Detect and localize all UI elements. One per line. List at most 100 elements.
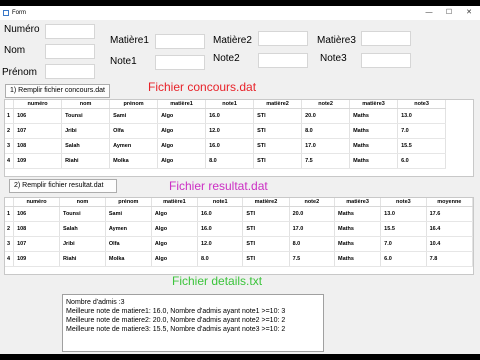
column-header[interactable]: note2 [301,100,351,109]
table-cell[interactable]: 7.5 [301,153,351,169]
table-cell[interactable]: Algo [151,206,198,222]
table-cell[interactable]: Algo [151,236,198,252]
table-cell[interactable]: 15.5 [397,138,447,154]
matiere2-input[interactable] [258,31,308,46]
close-button[interactable]: ✕ [460,6,478,20]
table-cell[interactable]: 6.0 [380,251,427,267]
table-cell[interactable]: 106 [13,108,63,124]
table-cell[interactable]: 108 [13,221,60,237]
table-cell[interactable]: Sami [105,206,152,222]
table-cell[interactable]: 17.0 [301,138,351,154]
table-cell[interactable]: STI [253,138,303,154]
column-header[interactable]: note1 [205,100,255,109]
table-row[interactable]: 4 109 Riahi Molka Algo 8.0 STI 7.5 Maths 6.0 [5,153,447,169]
table-row[interactable]: 2 108 Salah Aymen Algo 16.0 STI 17.0 Maths 15.5 16… [5,221,473,237]
table-cell[interactable]: 13.0 [380,206,427,222]
table-cell[interactable]: 6.0 [397,153,447,169]
column-header[interactable]: matière3 [334,198,382,207]
row-number[interactable]: 3 [5,138,15,154]
row-number[interactable]: 2 [5,123,15,139]
maximize-button[interactable]: ☐ [440,6,458,20]
table-cell[interactable]: 16.0 [197,221,244,237]
row-number[interactable]: 4 [5,251,15,267]
column-header[interactable]: note2 [289,198,336,207]
table-cell[interactable]: STI [242,251,290,267]
column-header[interactable]: matière2 [242,198,290,207]
table-cell[interactable]: STI [242,206,290,222]
table-cell[interactable]: 16.0 [197,206,244,222]
table-cell[interactable]: Maths [334,236,382,252]
table-cell[interactable]: 10.4 [426,236,473,252]
column-header[interactable]: moyenne [426,198,473,207]
table-cell[interactable]: Maths [349,153,399,169]
table-cell[interactable]: STI [253,153,303,169]
table-cell[interactable]: Olfa [105,236,152,252]
table-row[interactable]: 4 109 Riahi Molka Algo 8.0 STI 7.5 Maths 6.0 7.8 [5,251,473,267]
table-cell[interactable]: 12.0 [197,236,244,252]
table-cell[interactable]: Maths [334,206,382,222]
table-cell[interactable]: 16.0 [205,108,255,124]
table-cell[interactable]: Salah [61,138,111,154]
details-textbox[interactable]: Nombre d'admis :3 Meilleure note de mati… [62,294,324,352]
table-cell[interactable]: Aymen [105,221,152,237]
table-cell[interactable]: Sami [109,108,159,124]
table-cell[interactable]: Olfa [109,123,159,139]
table-cell[interactable]: 8.0 [197,251,244,267]
table-cell[interactable]: Maths [349,108,399,124]
table-cell[interactable]: STI [242,236,290,252]
table-cell[interactable]: Riahi [61,153,111,169]
column-header[interactable]: prénom [105,198,152,207]
table-cell[interactable]: 15.5 [380,221,427,237]
table-cell[interactable]: Algo [157,153,207,169]
table-cell[interactable]: Tounsi [59,206,106,222]
table-cell[interactable]: 17.0 [289,221,336,237]
table-cell[interactable]: Molka [105,251,152,267]
note1-input[interactable] [155,55,205,70]
table-cell[interactable]: Algo [157,108,207,124]
table-cell[interactable]: Maths [349,123,399,139]
column-header[interactable]: nom [61,100,111,109]
column-header[interactable]: matière3 [349,100,399,109]
table-cell[interactable]: 7.5 [289,251,336,267]
row-number[interactable]: 1 [5,108,15,124]
row-number[interactable]: 2 [5,221,15,237]
table-cell[interactable]: Maths [349,138,399,154]
nom-input[interactable] [45,44,95,59]
table-cell[interactable]: 108 [13,138,63,154]
concours-grid[interactable]: numéro nom prénom matière1 note1 matière2 note… [4,99,474,177]
table-cell[interactable]: 8.0 [205,153,255,169]
table-cell[interactable]: Jribi [61,123,111,139]
column-header[interactable]: note3 [380,198,427,207]
table-cell[interactable]: 12.0 [205,123,255,139]
table-cell[interactable]: Tounsi [61,108,111,124]
table-cell[interactable]: 7.0 [397,123,447,139]
table-cell[interactable]: Algo [151,221,198,237]
table-cell[interactable]: 7.8 [426,251,473,267]
table-row[interactable]: 3 108 Salah Aymen Algo 16.0 STI 17.0 Maths 15.5 [5,138,447,154]
table-cell[interactable]: 20.0 [301,108,351,124]
column-header[interactable]: numéro [13,198,60,207]
matiere3-input[interactable] [361,31,411,46]
table-cell[interactable]: 107 [13,236,60,252]
row-number[interactable]: 1 [5,206,15,222]
table-cell[interactable]: STI [253,123,303,139]
table-cell[interactable]: Jribi [59,236,106,252]
column-header[interactable]: numéro [13,100,63,109]
resultat-grid[interactable]: numéro nom prénom matière1 note1 matière2 note… [4,197,474,275]
column-header[interactable]: prénom [109,100,159,109]
table-cell[interactable]: Maths [334,251,382,267]
table-row[interactable]: 1 106 Tounsi Sami Algo 16.0 STI 20.0 Maths 13.0 [5,108,447,124]
table-cell[interactable]: Aymen [109,138,159,154]
table-cell[interactable]: Maths [334,221,382,237]
minimize-button[interactable]: — [420,6,438,20]
column-header[interactable]: nom [59,198,106,207]
prenom-input[interactable] [45,64,95,79]
table-cell[interactable]: 8.0 [289,236,336,252]
table-cell[interactable]: 109 [13,153,63,169]
table-row[interactable]: 3 107 Jribi Olfa Algo 12.0 STI 8.0 Maths 7.0 10.4 [5,236,473,252]
table-cell[interactable]: Riahi [59,251,106,267]
table-cell[interactable]: STI [242,221,290,237]
table-cell[interactable]: Molka [109,153,159,169]
table-cell[interactable]: Algo [157,123,207,139]
column-header[interactable]: note3 [397,100,447,109]
